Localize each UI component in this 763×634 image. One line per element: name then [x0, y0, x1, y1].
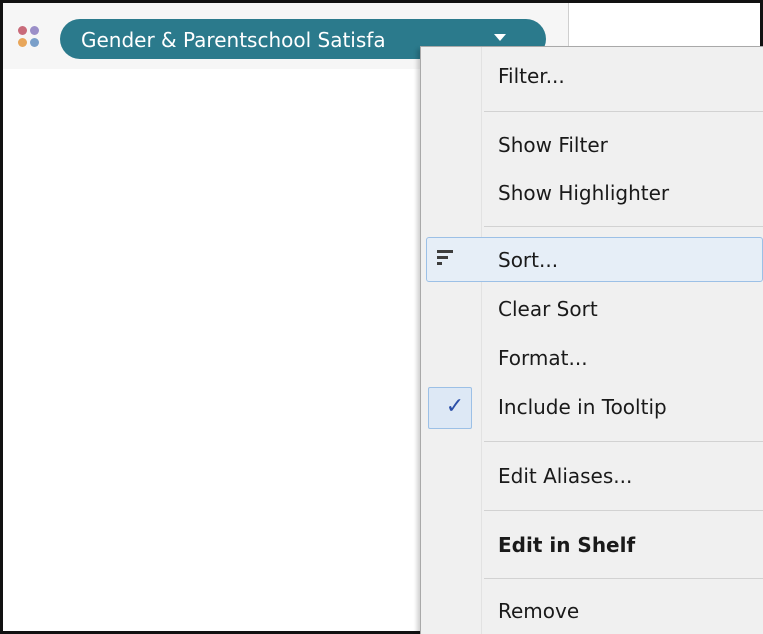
dimension-color-icon [18, 26, 42, 50]
menu-item-edit-in-shelf[interactable]: Edit in Shelf [484, 525, 763, 565]
menu-separator [484, 441, 763, 442]
sort-icon [437, 249, 455, 267]
menu-item-format[interactable]: Format... [484, 338, 763, 378]
menu-item-sort[interactable]: Sort... [484, 240, 763, 280]
menu-item-show-highlighter[interactable]: Show Highlighter [484, 173, 763, 213]
dot-purple [30, 26, 39, 35]
checkmark-icon: ✓ [445, 394, 465, 419]
menu-separator [484, 510, 763, 511]
menu-gutter-line [481, 47, 482, 634]
dot-blue [30, 38, 39, 47]
menu-item-edit-aliases[interactable]: Edit Aliases... [484, 456, 763, 496]
menu-separator [484, 578, 763, 579]
menu-item-filter[interactable]: Filter... [484, 56, 763, 96]
shelf-divider [568, 3, 569, 49]
menu-item-clear-sort[interactable]: Clear Sort [484, 289, 763, 329]
dot-red [18, 26, 27, 35]
chevron-down-icon[interactable] [494, 34, 506, 41]
menu-item-remove[interactable]: Remove [484, 591, 763, 631]
dot-orange [18, 38, 27, 47]
menu-item-show-filter[interactable]: Show Filter [484, 125, 763, 165]
menu-separator [484, 111, 763, 112]
menu-item-include-in-tooltip[interactable]: Include in Tooltip [484, 387, 763, 427]
menu-separator [484, 226, 763, 227]
field-pill-label[interactable]: Gender & Parentschool Satisfa [81, 26, 431, 54]
